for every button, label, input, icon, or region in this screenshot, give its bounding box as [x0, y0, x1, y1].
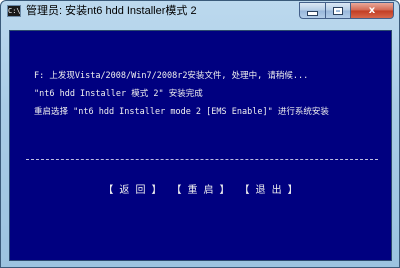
console-menu: 【 返 回 】 【 重 启 】 【 退 出 】 [10, 184, 391, 197]
cmd-icon: C:\ [7, 5, 21, 17]
console-line-complete: "nt6 hdd Installer 模式 2" 安装完成 [34, 89, 203, 99]
exit-button[interactable]: 【 退 出 】 [240, 184, 298, 197]
title-bar[interactable]: C:\ 管理员: 安装nt6 hdd Installer模式 2 x [1, 1, 399, 23]
minimize-icon [307, 11, 318, 16]
reboot-button[interactable]: 【 重 启 】 [171, 184, 229, 197]
maximize-icon [333, 6, 343, 15]
minimize-button[interactable] [299, 2, 325, 19]
window-title: 管理员: 安装nt6 hdd Installer模式 2 [26, 5, 197, 17]
close-icon: x [368, 5, 376, 16]
console-line-status: F: 上发现Vista/2008/Win7/2008r2安装文件, 处理中, 请… [34, 71, 309, 81]
console-window: C:\ 管理员: 安装nt6 hdd Installer模式 2 x F: 上发… [0, 0, 400, 268]
back-button[interactable]: 【 返 回 】 [103, 184, 161, 197]
dashed-divider [26, 159, 378, 160]
console-line-reboot-hint: 重启选择 "nt6 hdd Installer mode 2 [EMS Enab… [34, 107, 329, 117]
console-area: F: 上发现Vista/2008/Win7/2008r2安装文件, 处理中, 请… [9, 30, 392, 261]
close-button[interactable]: x [351, 2, 394, 19]
caption-buttons: x [299, 2, 394, 20]
maximize-button[interactable] [325, 2, 351, 19]
